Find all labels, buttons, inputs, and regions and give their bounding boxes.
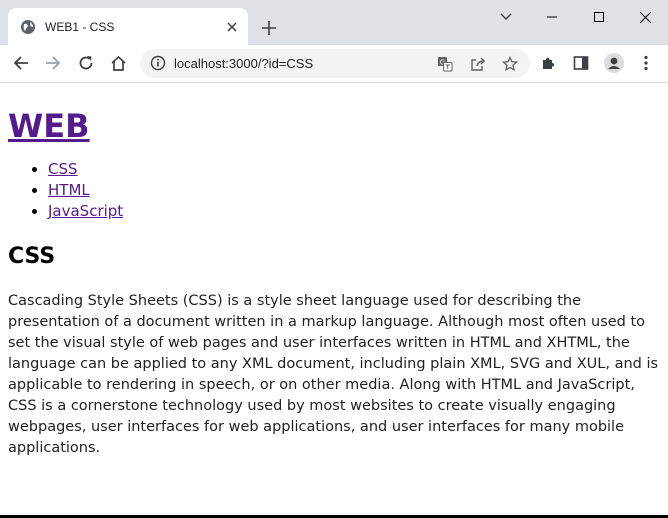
share-icon[interactable] bbox=[469, 55, 487, 73]
back-button[interactable] bbox=[9, 51, 33, 75]
star-icon[interactable] bbox=[501, 55, 519, 73]
tab-close-icon[interactable] bbox=[224, 19, 240, 35]
home-button[interactable] bbox=[106, 51, 130, 75]
minimize-button[interactable] bbox=[541, 6, 563, 28]
forward-arrow-icon bbox=[45, 55, 61, 71]
avatar-icon bbox=[604, 53, 624, 73]
puzzle-icon bbox=[541, 55, 557, 71]
chevron-down-icon bbox=[500, 13, 512, 21]
tab-strip: WEB1 - CSS bbox=[0, 0, 668, 45]
extensions-button[interactable] bbox=[537, 51, 561, 75]
browser-toolbar: localhost:3000/?id=CSS G bbox=[0, 45, 668, 83]
forward-button[interactable] bbox=[41, 51, 65, 75]
browser-tab[interactable]: WEB1 - CSS bbox=[8, 8, 248, 45]
address-bar[interactable]: localhost:3000/?id=CSS G bbox=[140, 49, 530, 78]
info-icon[interactable] bbox=[150, 55, 166, 71]
nav-link-css[interactable]: CSS bbox=[48, 160, 78, 178]
nav-item-javascript: JavaScript bbox=[48, 201, 660, 222]
maximize-button[interactable] bbox=[588, 6, 610, 28]
new-tab-button[interactable] bbox=[259, 18, 279, 38]
page-body-text: Cascading Style Sheets (CSS) is a style … bbox=[8, 293, 659, 456]
close-window-button[interactable] bbox=[634, 6, 656, 28]
nav-item-css: CSS bbox=[48, 159, 660, 180]
menu-button[interactable] bbox=[634, 51, 658, 75]
plus-icon bbox=[262, 21, 276, 35]
site-title: WEB bbox=[8, 106, 660, 146]
reload-icon bbox=[78, 55, 94, 71]
nav-link-javascript[interactable]: JavaScript bbox=[48, 202, 123, 220]
minimize-icon bbox=[547, 16, 557, 18]
maximize-icon bbox=[594, 12, 604, 22]
nav-list: CSS HTML JavaScript bbox=[8, 159, 660, 222]
tab-title: WEB1 - CSS bbox=[45, 19, 115, 34]
kebab-menu-icon bbox=[644, 55, 648, 71]
globe-icon bbox=[20, 19, 36, 35]
side-panel-button[interactable] bbox=[569, 51, 593, 75]
site-title-link[interactable]: WEB bbox=[8, 107, 90, 145]
translate-icon[interactable]: G bbox=[436, 55, 454, 73]
page-heading: CSS bbox=[8, 244, 56, 269]
nav-item-html: HTML bbox=[48, 180, 660, 201]
close-icon bbox=[639, 11, 651, 23]
back-arrow-icon bbox=[13, 55, 29, 71]
url-text: localhost:3000/?id=CSS bbox=[174, 56, 314, 71]
home-icon bbox=[110, 55, 127, 72]
page-content: WEB CSS HTML JavaScript CSS Cascading St… bbox=[8, 82, 660, 459]
side-panel-icon bbox=[573, 55, 589, 71]
profile-button[interactable] bbox=[602, 51, 626, 75]
tab-search-button[interactable] bbox=[495, 6, 517, 28]
nav-link-html[interactable]: HTML bbox=[48, 181, 90, 199]
reload-button[interactable] bbox=[74, 51, 98, 75]
